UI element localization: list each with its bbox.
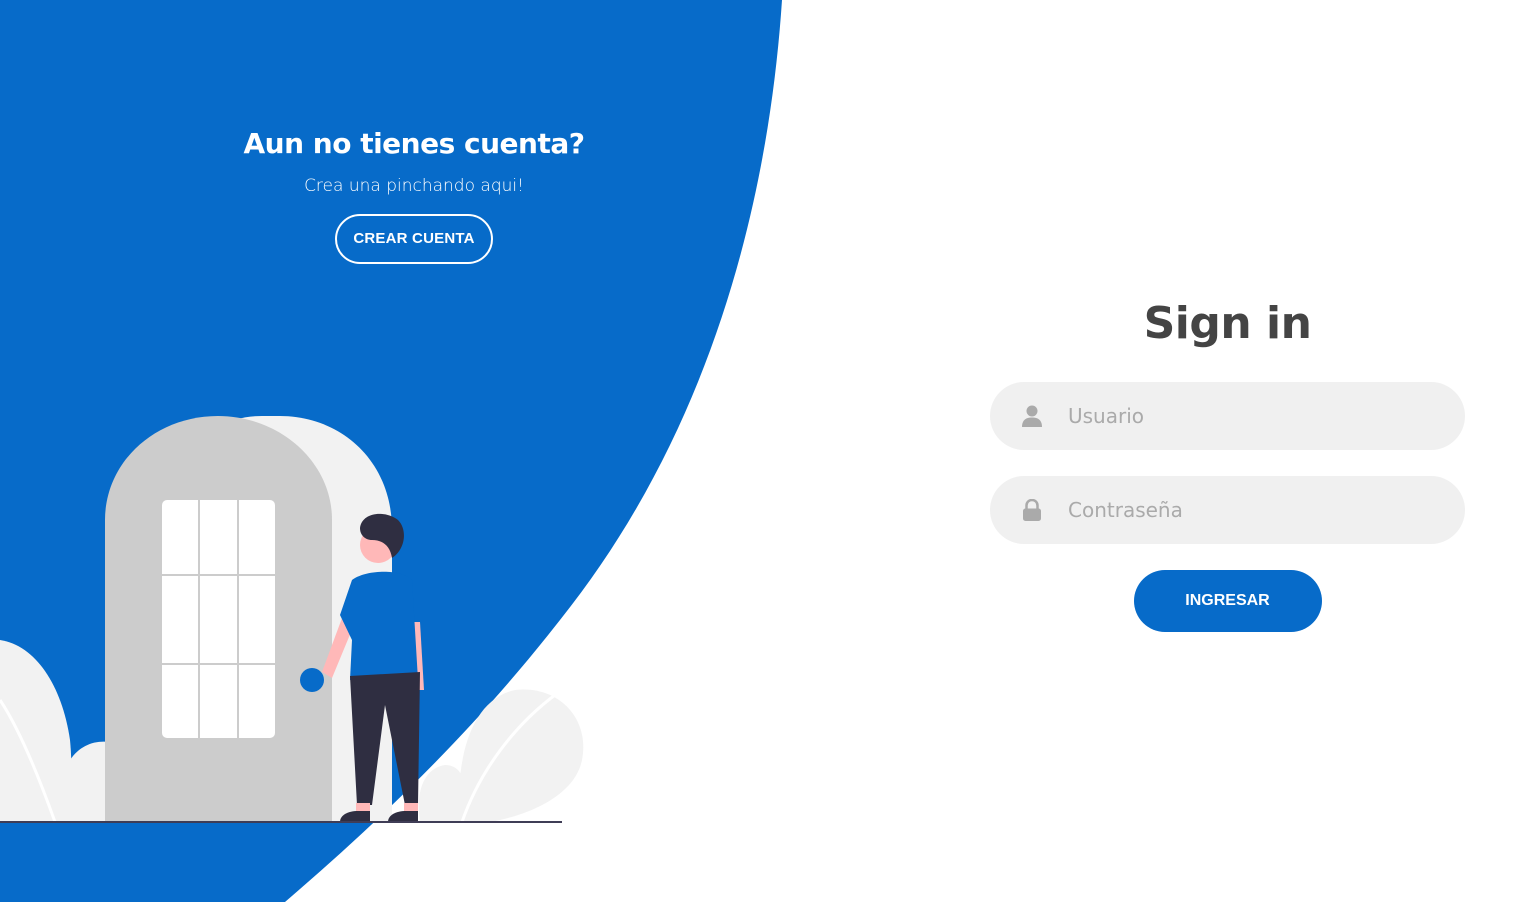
door-window-illustration bbox=[162, 500, 275, 738]
create-account-button[interactable]: CREAR CUENTA bbox=[335, 214, 493, 264]
signup-prompt-subtitle: Crea una pinchando aqui! bbox=[304, 176, 524, 196]
password-field[interactable] bbox=[990, 476, 1465, 544]
signin-form: Sign in INGRESAR bbox=[990, 292, 1465, 632]
signup-prompt-title: Aun no tienes cuenta? bbox=[243, 127, 586, 160]
lock-icon bbox=[1021, 499, 1043, 521]
signup-prompt-panel: Aun no tienes cuenta? Crea una pinchando… bbox=[164, 122, 664, 264]
user-icon bbox=[1021, 405, 1043, 427]
signin-title: Sign in bbox=[1143, 298, 1312, 349]
signin-submit-button[interactable]: INGRESAR bbox=[1133, 570, 1322, 632]
username-input[interactable] bbox=[1066, 395, 1430, 437]
username-field[interactable] bbox=[990, 382, 1465, 450]
password-input[interactable] bbox=[1066, 489, 1430, 531]
door-knob-illustration bbox=[300, 668, 324, 692]
login-page: Aun no tienes cuenta? Crea una pinchando… bbox=[0, 0, 1537, 902]
